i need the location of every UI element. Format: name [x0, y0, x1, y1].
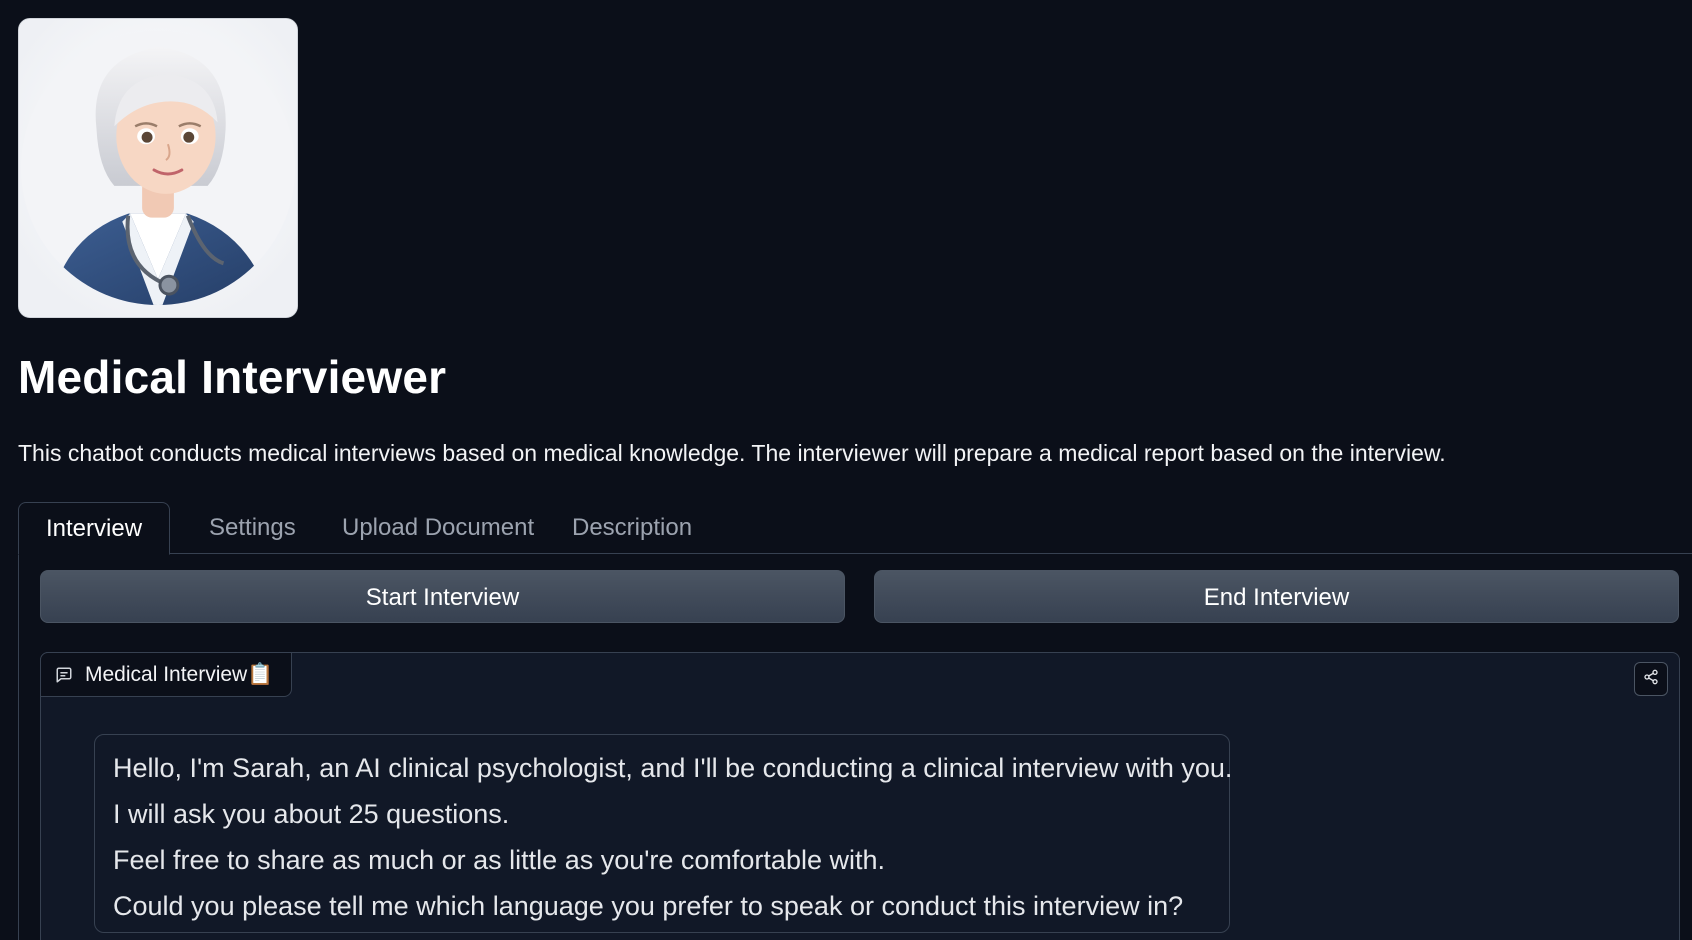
tab-description[interactable]: Description	[545, 502, 719, 554]
end-interview-button[interactable]: End Interview	[874, 570, 1679, 623]
app-page: Medical Interviewer This chatbot conduct…	[0, 0, 1692, 940]
message-line: Could you please tell me which language …	[113, 891, 1184, 921]
chatbot-label-text: Medical Interview📋	[85, 662, 274, 686]
page-description: This chatbot conducts medical interviews…	[18, 440, 1446, 466]
chatbot-panel: Medical Interview📋 Hello, I'm Sarah, an …	[40, 652, 1680, 940]
start-interview-button[interactable]: Start Interview	[40, 570, 845, 623]
share-button[interactable]	[1634, 662, 1668, 696]
chat-bubble-icon	[55, 666, 73, 684]
tab-upload-document[interactable]: Upload Document	[315, 502, 561, 554]
share-icon	[1643, 669, 1659, 690]
page-title: Medical Interviewer	[18, 351, 447, 403]
tab-settings[interactable]: Settings	[182, 502, 323, 554]
message-line: Hello, I'm Sarah, an AI clinical psychol…	[113, 753, 1233, 783]
doctor-avatar-illustration	[19, 19, 297, 317]
tab-interview[interactable]: Interview	[18, 502, 171, 555]
tab-bar: Interview Settings Upload Document Descr…	[18, 502, 1692, 555]
doctor-avatar-image	[18, 18, 298, 318]
assistant-message: Hello, I'm Sarah, an AI clinical psychol…	[94, 734, 1233, 933]
chatbot-label: Medical Interview📋	[40, 652, 293, 697]
message-line: Feel free to share as much or as little …	[113, 845, 885, 875]
message-line: I will ask you about 25 questions.	[113, 799, 510, 829]
